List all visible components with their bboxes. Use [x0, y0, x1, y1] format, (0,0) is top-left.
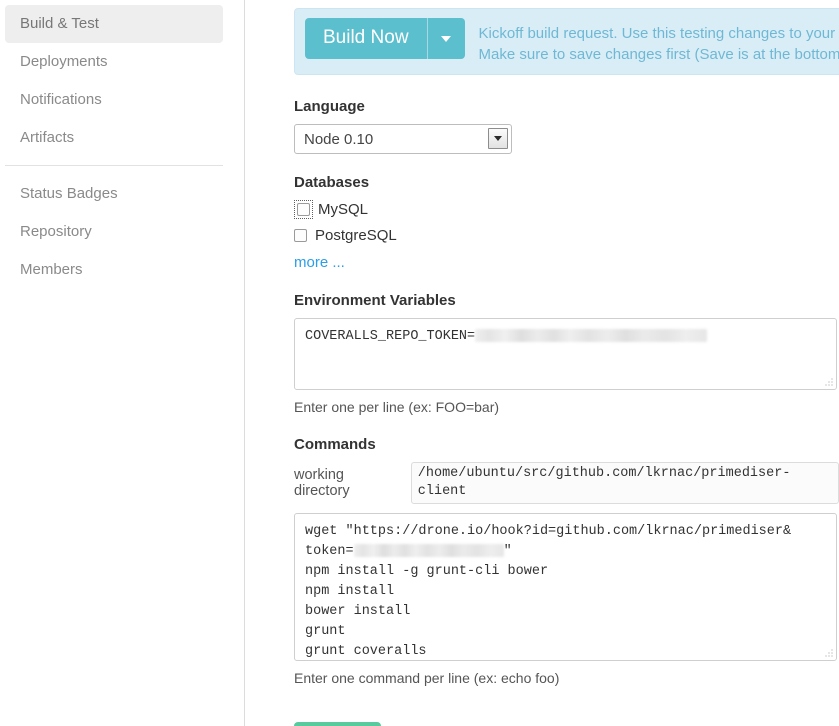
commands-input[interactable]: wget "https://drone.io/hook?id=github.co…	[294, 513, 837, 661]
sidebar-item-status-badges[interactable]: Status Badges	[5, 175, 223, 213]
mysql-checkbox[interactable]	[297, 203, 310, 216]
sidebar-item-build-test[interactable]: Build & Test	[5, 5, 223, 43]
mysql-label: MySQL	[318, 201, 369, 218]
postgresql-checkbox[interactable]	[294, 229, 307, 242]
commands-help: Enter one command per line (ex: echo foo…	[294, 670, 560, 686]
databases-label: Databases	[294, 174, 370, 191]
language-select[interactable]: Node 0.10	[294, 124, 512, 154]
databases-field: Databases MySQL PostgreSQL more ...	[294, 174, 839, 272]
working-directory-value: /home/ubuntu/src/github.com/lkrnac/prime…	[410, 462, 839, 504]
environment-variables-help: Enter one per line (ex: FOO=bar)	[294, 399, 500, 415]
command-line-5: bower install	[305, 604, 411, 619]
language-label: Language	[294, 98, 365, 115]
database-option-mysql[interactable]: MySQL	[294, 200, 839, 219]
databases-more-link[interactable]: more ...	[294, 254, 345, 271]
build-now-alert-line2: Make sure to save changes first (Save is…	[478, 46, 839, 63]
postgresql-label: PostgreSQL	[315, 227, 397, 244]
command-line-2: token=	[305, 544, 354, 559]
chevron-down-icon	[441, 35, 452, 42]
build-now-alert-line1: Kickoff build request. Use this testing …	[478, 25, 839, 42]
redacted-token	[475, 328, 708, 342]
commands-label: Commands	[294, 436, 376, 453]
command-line-7: grunt coveralls	[305, 644, 427, 659]
command-line-6: grunt	[305, 624, 346, 639]
language-field: Language Node 0.10	[294, 98, 839, 154]
save-button[interactable]: Save	[294, 722, 381, 726]
command-line-1: wget "https://drone.io/hook?id=github.co…	[305, 524, 792, 539]
resize-grip-icon[interactable]	[824, 377, 834, 387]
redacted-token	[353, 543, 504, 557]
sidebar-divider	[5, 165, 223, 166]
database-option-postgresql[interactable]: PostgreSQL	[294, 227, 839, 244]
build-now-button[interactable]: Build Now	[305, 18, 428, 59]
env-var-text: COVERALLS_REPO_TOKEN=	[305, 329, 476, 344]
sidebar: Build & Test Deployments Notifications A…	[0, 0, 245, 726]
sidebar-item-artifacts[interactable]: Artifacts	[5, 119, 223, 157]
build-now-dropdown-toggle[interactable]	[427, 18, 465, 59]
working-directory-row: working directory /home/ubuntu/src/githu…	[294, 462, 839, 504]
environment-variables-label: Environment Variables	[294, 292, 456, 309]
build-now-alert: Build Now Kickoff build request. Use thi…	[294, 8, 839, 75]
command-line-4: npm install	[305, 584, 395, 599]
build-now-button-group: Build Now	[305, 18, 465, 59]
build-now-alert-text: Kickoff build request. Use this testing …	[479, 18, 839, 65]
main-content: Build Now Kickoff build request. Use thi…	[245, 0, 839, 726]
command-line-2-suffix: "	[503, 544, 512, 559]
environment-variables-field: Environment Variables COVERALLS_REPO_TOK…	[294, 292, 839, 416]
command-line-3: npm install -g grunt-cli bower	[305, 564, 549, 579]
sidebar-item-deployments[interactable]: Deployments	[5, 43, 223, 81]
sidebar-item-members[interactable]: Members	[5, 251, 223, 289]
settings-page: Build & Test Deployments Notifications A…	[0, 0, 839, 726]
language-select-wrapper: Node 0.10	[294, 124, 512, 154]
checkbox-focus-ring	[294, 200, 313, 219]
resize-grip-icon[interactable]	[824, 648, 834, 658]
environment-variables-input[interactable]: COVERALLS_REPO_TOKEN=	[294, 318, 837, 390]
sidebar-item-repository[interactable]: Repository	[5, 213, 223, 251]
sidebar-item-notifications[interactable]: Notifications	[5, 81, 223, 119]
commands-field: Commands working directory /home/ubuntu/…	[294, 436, 839, 687]
working-directory-label: working directory	[294, 467, 350, 499]
